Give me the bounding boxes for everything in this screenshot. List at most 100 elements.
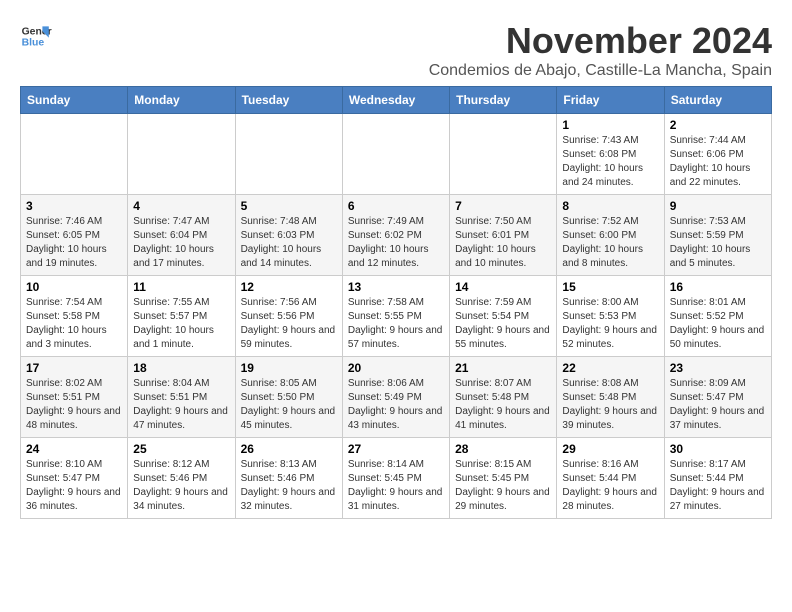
- day-number: 7: [455, 199, 551, 213]
- weekday-header-friday: Friday: [557, 87, 664, 114]
- day-number: 13: [348, 280, 444, 294]
- day-number: 22: [562, 361, 658, 375]
- day-number: 26: [241, 442, 337, 456]
- day-number: 14: [455, 280, 551, 294]
- day-cell: [128, 114, 235, 195]
- day-number: 30: [670, 442, 766, 456]
- day-number: 28: [455, 442, 551, 456]
- day-number: 12: [241, 280, 337, 294]
- day-info: Sunrise: 7:44 AM Sunset: 6:06 PM Dayligh…: [670, 134, 766, 190]
- title-block: November 2024 Condemios de Abajo, Castil…: [429, 20, 772, 80]
- day-cell: 8 Sunrise: 7:52 AM Sunset: 6:00 PM Daylig…: [557, 195, 664, 276]
- day-info: Sunrise: 7:58 AM Sunset: 5:55 PM Dayligh…: [348, 296, 444, 352]
- day-info: Sunrise: 7:59 AM Sunset: 5:54 PM Dayligh…: [455, 296, 551, 352]
- day-cell: 15 Sunrise: 8:00 AM Sunset: 5:53 PM Dayli…: [557, 276, 664, 357]
- day-cell: 21Sunrise: 8:07 AM Sunset: 5:48 PM Dayli…: [450, 357, 557, 438]
- day-info: Sunrise: 7:56 AM Sunset: 5:56 PM Dayligh…: [241, 296, 337, 352]
- day-info: Sunrise: 7:50 AM Sunset: 6:01 PM Dayligh…: [455, 215, 551, 271]
- day-cell: 10 Sunrise: 7:54 AM Sunset: 5:58 PM Dayli…: [21, 276, 128, 357]
- svg-text:Blue: Blue: [22, 38, 45, 49]
- day-cell: 28 Sunrise: 8:15 AM Sunset: 5:45 PM Dayli…: [450, 438, 557, 519]
- day-info: Sunrise: 7:55 AM Sunset: 5:57 PM Dayligh…: [133, 296, 229, 352]
- day-info: Sunrise: 8:02 AM Sunset: 5:51 PM Dayligh…: [26, 377, 122, 433]
- page-header: General Blue November 2024 Condemios de …: [20, 20, 772, 80]
- day-cell: 17Sunrise: 8:02 AM Sunset: 5:51 PM Dayli…: [21, 357, 128, 438]
- week-row-2: 3Sunrise: 7:46 AM Sunset: 6:05 PM Daylig…: [21, 195, 772, 276]
- day-info: Sunrise: 8:00 AM Sunset: 5:53 PM Dayligh…: [562, 296, 658, 352]
- day-cell: 1 Sunrise: 7:43 AM Sunset: 6:08 PM Daylig…: [557, 114, 664, 195]
- weekday-header-monday: Monday: [128, 87, 235, 114]
- day-info: Sunrise: 8:09 AM Sunset: 5:47 PM Dayligh…: [670, 377, 766, 433]
- day-info: Sunrise: 7:47 AM Sunset: 6:04 PM Dayligh…: [133, 215, 229, 271]
- calendar-table: SundayMondayTuesdayWednesdayThursdayFrid…: [20, 86, 772, 519]
- day-number: 11: [133, 280, 229, 294]
- day-info: Sunrise: 8:13 AM Sunset: 5:46 PM Dayligh…: [241, 458, 337, 514]
- day-number: 27: [348, 442, 444, 456]
- day-number: 1: [562, 118, 658, 132]
- week-row-4: 17Sunrise: 8:02 AM Sunset: 5:51 PM Dayli…: [21, 357, 772, 438]
- day-info: Sunrise: 8:12 AM Sunset: 5:46 PM Dayligh…: [133, 458, 229, 514]
- day-number: 6: [348, 199, 444, 213]
- day-cell: 23 Sunrise: 8:09 AM Sunset: 5:47 PM Dayli…: [664, 357, 771, 438]
- day-cell: 20 Sunrise: 8:06 AM Sunset: 5:49 PM Dayli…: [342, 357, 449, 438]
- month-title: November 2024: [429, 20, 772, 62]
- day-cell: 18Sunrise: 8:04 AM Sunset: 5:51 PM Dayli…: [128, 357, 235, 438]
- day-info: Sunrise: 8:17 AM Sunset: 5:44 PM Dayligh…: [670, 458, 766, 514]
- day-cell: 11 Sunrise: 7:55 AM Sunset: 5:57 PM Dayli…: [128, 276, 235, 357]
- week-row-1: 1 Sunrise: 7:43 AM Sunset: 6:08 PM Daylig…: [21, 114, 772, 195]
- weekday-header-sunday: Sunday: [21, 87, 128, 114]
- day-cell: 29 Sunrise: 8:16 AM Sunset: 5:44 PM Dayli…: [557, 438, 664, 519]
- week-row-3: 10 Sunrise: 7:54 AM Sunset: 5:58 PM Dayli…: [21, 276, 772, 357]
- day-info: Sunrise: 7:49 AM Sunset: 6:02 PM Dayligh…: [348, 215, 444, 271]
- day-cell: [342, 114, 449, 195]
- day-number: 16: [670, 280, 766, 294]
- day-info: Sunrise: 7:43 AM Sunset: 6:08 PM Dayligh…: [562, 134, 658, 190]
- day-info: Sunrise: 7:52 AM Sunset: 6:00 PM Dayligh…: [562, 215, 658, 271]
- day-number: 24: [26, 442, 122, 456]
- day-cell: 14 Sunrise: 7:59 AM Sunset: 5:54 PM Dayli…: [450, 276, 557, 357]
- day-cell: 6 Sunrise: 7:49 AM Sunset: 6:02 PM Daylig…: [342, 195, 449, 276]
- day-cell: 13 Sunrise: 7:58 AM Sunset: 5:55 PM Dayli…: [342, 276, 449, 357]
- weekday-header-saturday: Saturday: [664, 87, 771, 114]
- day-info: Sunrise: 8:01 AM Sunset: 5:52 PM Dayligh…: [670, 296, 766, 352]
- day-cell: 16 Sunrise: 8:01 AM Sunset: 5:52 PM Dayli…: [664, 276, 771, 357]
- day-number: 18: [133, 361, 229, 375]
- day-info: Sunrise: 8:16 AM Sunset: 5:44 PM Dayligh…: [562, 458, 658, 514]
- day-cell: 27Sunrise: 8:14 AM Sunset: 5:45 PM Dayli…: [342, 438, 449, 519]
- day-info: Sunrise: 7:48 AM Sunset: 6:03 PM Dayligh…: [241, 215, 337, 271]
- logo-icon: General Blue: [20, 20, 52, 52]
- day-number: 5: [241, 199, 337, 213]
- day-cell: 7 Sunrise: 7:50 AM Sunset: 6:01 PM Daylig…: [450, 195, 557, 276]
- day-info: Sunrise: 7:53 AM Sunset: 5:59 PM Dayligh…: [670, 215, 766, 271]
- day-cell: 26 Sunrise: 8:13 AM Sunset: 5:46 PM Dayli…: [235, 438, 342, 519]
- day-info: Sunrise: 8:07 AM Sunset: 5:48 PM Dayligh…: [455, 377, 551, 433]
- weekday-header-row: SundayMondayTuesdayWednesdayThursdayFrid…: [21, 87, 772, 114]
- day-number: 10: [26, 280, 122, 294]
- day-number: 29: [562, 442, 658, 456]
- week-row-5: 24Sunrise: 8:10 AM Sunset: 5:47 PM Dayli…: [21, 438, 772, 519]
- day-number: 8: [562, 199, 658, 213]
- day-number: 2: [670, 118, 766, 132]
- day-cell: 5 Sunrise: 7:48 AM Sunset: 6:03 PM Daylig…: [235, 195, 342, 276]
- day-number: 20: [348, 361, 444, 375]
- day-number: 19: [241, 361, 337, 375]
- day-info: Sunrise: 8:08 AM Sunset: 5:48 PM Dayligh…: [562, 377, 658, 433]
- day-cell: 12 Sunrise: 7:56 AM Sunset: 5:56 PM Dayli…: [235, 276, 342, 357]
- day-cell: 24Sunrise: 8:10 AM Sunset: 5:47 PM Dayli…: [21, 438, 128, 519]
- day-info: Sunrise: 7:54 AM Sunset: 5:58 PM Dayligh…: [26, 296, 122, 352]
- day-number: 15: [562, 280, 658, 294]
- day-number: 23: [670, 361, 766, 375]
- day-cell: 22 Sunrise: 8:08 AM Sunset: 5:48 PM Dayli…: [557, 357, 664, 438]
- day-cell: 30 Sunrise: 8:17 AM Sunset: 5:44 PM Dayli…: [664, 438, 771, 519]
- day-cell: [235, 114, 342, 195]
- location-subtitle: Condemios de Abajo, Castille-La Mancha, …: [429, 62, 772, 80]
- day-number: 3: [26, 199, 122, 213]
- day-cell: [21, 114, 128, 195]
- day-info: Sunrise: 8:15 AM Sunset: 5:45 PM Dayligh…: [455, 458, 551, 514]
- day-number: 4: [133, 199, 229, 213]
- day-cell: 4 Sunrise: 7:47 AM Sunset: 6:04 PM Daylig…: [128, 195, 235, 276]
- day-cell: 19Sunrise: 8:05 AM Sunset: 5:50 PM Dayli…: [235, 357, 342, 438]
- day-cell: [450, 114, 557, 195]
- day-number: 25: [133, 442, 229, 456]
- day-info: Sunrise: 8:06 AM Sunset: 5:49 PM Dayligh…: [348, 377, 444, 433]
